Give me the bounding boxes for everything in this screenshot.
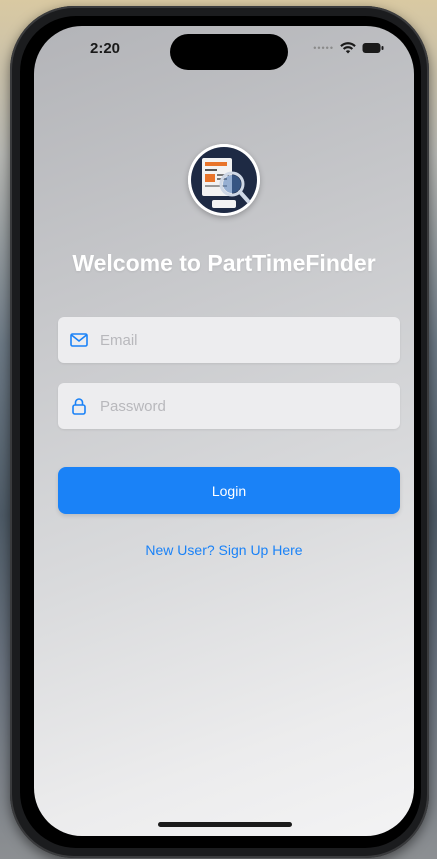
password-field[interactable] — [58, 383, 400, 429]
status-time: 2:20 — [90, 40, 121, 57]
status-indicators: ••••• — [313, 42, 384, 54]
signal-dots-icon: ••••• — [313, 43, 334, 53]
email-field[interactable] — [58, 317, 400, 363]
app-screen: 2:20 ••••• Welcome to PartTimeFinder Ema… — [34, 26, 414, 836]
email-input[interactable] — [98, 330, 392, 350]
home-indicator[interactable] — [158, 822, 292, 827]
page-title: Welcome to PartTimeFinder — [72, 250, 376, 276]
lock-icon — [70, 397, 88, 415]
password-input[interactable] — [98, 396, 392, 416]
login-button[interactable]: Login — [58, 467, 400, 514]
wifi-icon — [340, 42, 356, 54]
app-logo — [188, 144, 260, 216]
envelope-icon — [70, 331, 88, 349]
dynamic-island — [170, 34, 288, 70]
battery-icon — [362, 42, 384, 54]
signup-link[interactable]: New User? Sign Up Here — [34, 542, 414, 558]
